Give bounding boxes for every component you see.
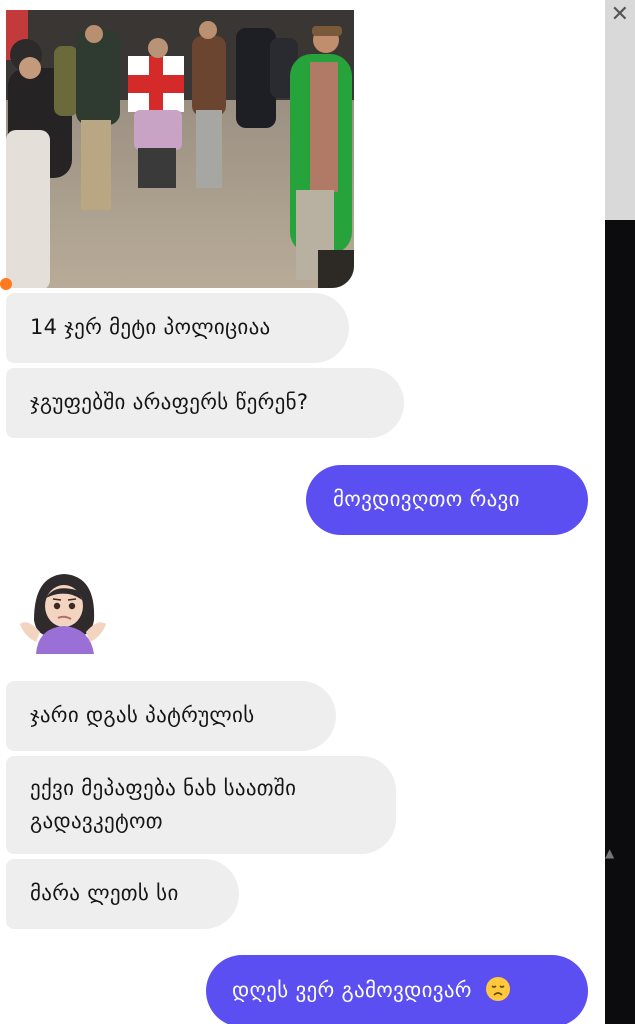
message-text: ჯარი დგას პატრულის [30, 703, 255, 727]
received-photo[interactable] [6, 10, 354, 288]
side-panel-top [605, 0, 635, 220]
close-icon[interactable]: ✕ [611, 2, 629, 27]
message-text: მარა ლეთს სი [30, 881, 179, 905]
arrow-icon: ▲ [605, 846, 615, 860]
outgoing-message[interactable]: დღეს ვერ გამოვდივარ [206, 955, 588, 1024]
incoming-message[interactable]: ექვი მეპაფება ნახ საათში გადავკეტოთ [6, 756, 396, 854]
disappointed-face-icon [485, 976, 511, 1002]
message-text: 14 ჯერ მეტი პოლიციაა [30, 315, 271, 339]
unread-indicator-dot [0, 278, 12, 290]
message-text: დღეს ვერ გამოვდივარ [232, 978, 472, 1002]
message-text-line: ექვი მეპაფება ნახ საათში [30, 776, 297, 800]
chat-thread: 14 ჯერ მეტი პოლიციაა ჯგუფებში არაფერს წე… [0, 0, 605, 1024]
message-text: ჯგუფებში არაფერს წერენ? [30, 390, 309, 414]
background-side-panel: ✕ ▲ [605, 0, 635, 1024]
incoming-message[interactable]: 14 ჯერ მეტი პოლიციაა [6, 293, 349, 363]
crowd-photo-image [6, 10, 354, 288]
outgoing-message[interactable]: მოვდივღთო რავი [306, 465, 588, 535]
incoming-message[interactable]: ჯარი დგას პატრულის [6, 681, 336, 751]
message-text: მოვდივღთო რავი [333, 487, 520, 511]
message-text-line: გადავკეტოთ [30, 809, 163, 833]
incoming-message[interactable]: ჯგუფებში არაფერს წერენ? [6, 368, 404, 438]
person-shrugging-icon[interactable] [14, 562, 110, 654]
incoming-message[interactable]: მარა ლეთს სი [6, 859, 239, 929]
